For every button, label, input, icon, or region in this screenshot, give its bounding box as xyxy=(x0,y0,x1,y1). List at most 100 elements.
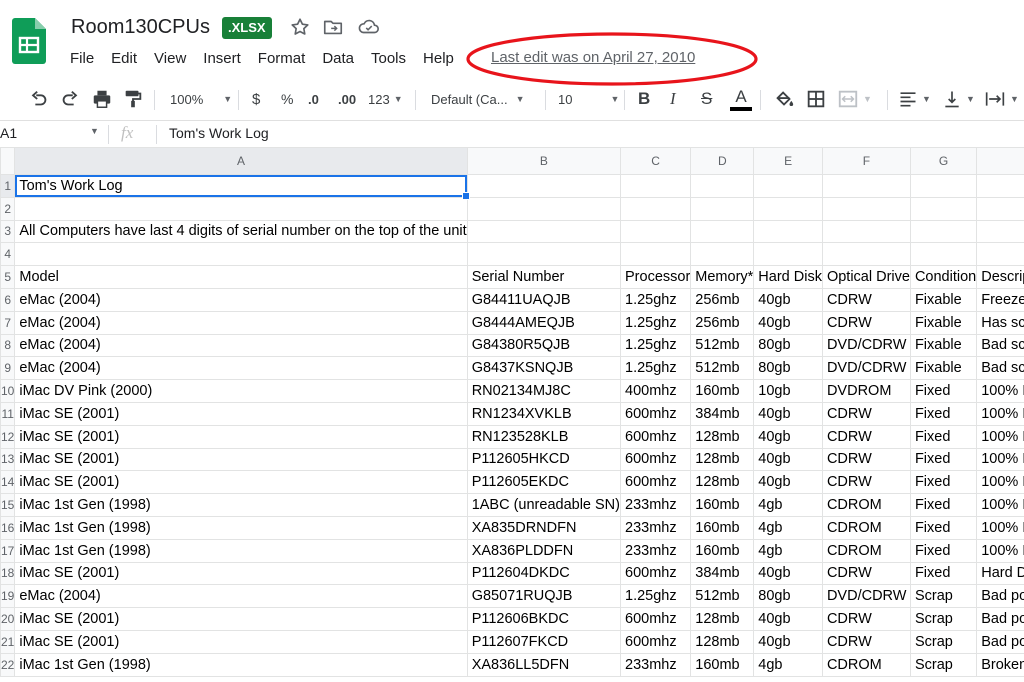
currency-format-button[interactable]: $ xyxy=(252,80,260,118)
cell[interactable]: eMac (2004) xyxy=(14,310,468,335)
cell[interactable]: 128mb xyxy=(690,424,755,449)
cell[interactable]: Fixed xyxy=(909,493,978,517)
cell[interactable] xyxy=(619,196,692,221)
cell[interactable]: 1.25ghz xyxy=(619,310,692,335)
menu-view[interactable]: View xyxy=(154,48,186,70)
text-wrapping-icon[interactable]: ▼ xyxy=(984,80,1019,118)
cell[interactable] xyxy=(910,219,978,244)
cell[interactable]: Fixed xyxy=(909,561,978,586)
row-header[interactable]: 17 xyxy=(0,538,16,563)
cell[interactable] xyxy=(466,196,622,221)
font-size-select[interactable]: 10 ▼ xyxy=(558,80,619,118)
cell[interactable]: Bad power supply, usable parts xyxy=(976,607,1024,631)
vertical-align-icon[interactable]: ▼ xyxy=(942,80,975,118)
fill-color-icon[interactable] xyxy=(773,80,795,118)
row-header[interactable]: 19 xyxy=(0,584,16,609)
cell[interactable] xyxy=(753,242,823,267)
cell[interactable]: G85071RUQJB xyxy=(466,584,622,609)
menu-format[interactable]: Format xyxy=(258,48,306,70)
italic-button[interactable]: I xyxy=(670,80,676,118)
cell[interactable]: CDRW xyxy=(821,287,911,312)
cell[interactable]: 512mb xyxy=(690,356,755,381)
row-header[interactable]: 22 xyxy=(0,652,16,677)
cell[interactable] xyxy=(690,219,755,244)
move-to-folder-icon[interactable] xyxy=(322,16,344,38)
select-all-corner[interactable] xyxy=(0,147,16,175)
cell[interactable]: Bad screen, external monitor ad xyxy=(976,356,1024,381)
paint-format-icon[interactable] xyxy=(122,80,144,118)
cell[interactable]: Scrap xyxy=(909,607,978,631)
cell[interactable]: iMac SE (2001) xyxy=(14,470,468,495)
cell[interactable] xyxy=(976,242,1024,267)
cell[interactable]: Scrap xyxy=(909,629,978,654)
cell[interactable]: CDRW xyxy=(821,401,911,426)
row-header[interactable]: 1 xyxy=(0,174,16,198)
sheets-logo-icon[interactable] xyxy=(12,18,46,64)
cell[interactable]: 256mb xyxy=(690,287,755,312)
row-header[interactable]: 11 xyxy=(0,401,16,426)
row-header[interactable]: 4 xyxy=(0,242,16,267)
bold-button[interactable]: B xyxy=(638,80,650,118)
row-header[interactable]: 10 xyxy=(0,379,16,403)
cell[interactable]: 4gb xyxy=(753,515,823,540)
cell[interactable]: 600mhz xyxy=(619,424,692,449)
column-header[interactable]: C xyxy=(619,147,692,175)
cell[interactable]: 160mb xyxy=(690,515,755,540)
cell[interactable]: 100% Mission Capable, OS 9.2 xyxy=(976,401,1024,426)
cell[interactable]: 384mb xyxy=(690,401,755,426)
cell[interactable]: 400mhz xyxy=(619,379,692,403)
cell[interactable]: 128mb xyxy=(690,447,755,472)
cell[interactable]: 233mhz xyxy=(619,538,692,563)
cell[interactable]: Fixed xyxy=(909,379,978,403)
cell[interactable]: DVD/CDRW xyxy=(821,333,911,358)
cell[interactable]: RN123528KLB xyxy=(466,424,622,449)
cell[interactable]: Hard Disk xyxy=(753,265,823,289)
cell[interactable] xyxy=(909,242,978,267)
cell[interactable]: 600mhz xyxy=(619,607,692,631)
cell[interactable]: P112605HKCD xyxy=(466,447,622,472)
column-header[interactable]: A xyxy=(14,147,468,175)
cell[interactable]: 128mb xyxy=(690,629,755,654)
cell[interactable]: DVD/CDRW xyxy=(821,356,911,381)
cell[interactable]: 160mb xyxy=(690,538,755,563)
horizontal-align-icon[interactable]: ▼ xyxy=(898,80,931,118)
cell[interactable]: Fixable xyxy=(909,356,978,381)
column-header[interactable]: G xyxy=(909,147,978,175)
cell[interactable]: Fixed xyxy=(909,470,978,495)
selection-fill-handle[interactable] xyxy=(461,191,470,200)
increase-decimal-button[interactable]: .00 xyxy=(338,80,356,118)
cell[interactable]: 40gb xyxy=(753,470,823,495)
cell[interactable]: Bad screen, external monitor ad xyxy=(976,333,1024,358)
cell[interactable]: P112604DKDC xyxy=(466,561,622,586)
cell[interactable]: 100% Mission Capable, OS 9.2. xyxy=(976,538,1024,563)
cell[interactable] xyxy=(909,174,978,198)
cell[interactable]: 600mhz xyxy=(619,401,692,426)
cell[interactable]: Processor xyxy=(619,265,692,289)
cell[interactable]: Scrap xyxy=(909,584,978,609)
cell[interactable]: 80gb xyxy=(753,584,823,609)
row-header[interactable]: 12 xyxy=(0,424,16,449)
undo-icon[interactable] xyxy=(28,80,50,118)
cell[interactable]: 512mb xyxy=(690,584,755,609)
cell[interactable] xyxy=(976,196,1024,221)
cell[interactable] xyxy=(753,196,823,221)
cell[interactable] xyxy=(821,196,911,221)
cell[interactable]: 100% Mission Capable, OS 9.2. E xyxy=(976,379,1024,403)
redo-icon[interactable] xyxy=(59,80,81,118)
cell[interactable] xyxy=(821,242,911,267)
cell[interactable]: P112607FKCD xyxy=(466,629,622,654)
cell[interactable] xyxy=(14,242,468,267)
cell[interactable]: 4gb xyxy=(753,538,823,563)
cell[interactable]: iMac 1st Gen (1998) xyxy=(14,515,468,540)
document-title[interactable]: Room130CPUs xyxy=(71,16,210,39)
cell[interactable]: XA836LL5DFN xyxy=(466,652,622,677)
cell[interactable]: XA836PLDDFN xyxy=(466,538,622,563)
cell[interactable]: 1.25ghz xyxy=(619,287,692,312)
row-header[interactable]: 20 xyxy=(0,607,16,631)
name-box[interactable]: A1 xyxy=(0,125,90,141)
cloud-status-icon[interactable] xyxy=(357,16,379,38)
cell[interactable] xyxy=(466,174,622,198)
cell[interactable]: 100% Mission Capable, OS 9.2. E xyxy=(976,447,1024,472)
cell[interactable] xyxy=(822,219,911,244)
cell[interactable]: 40gb xyxy=(753,310,823,335)
